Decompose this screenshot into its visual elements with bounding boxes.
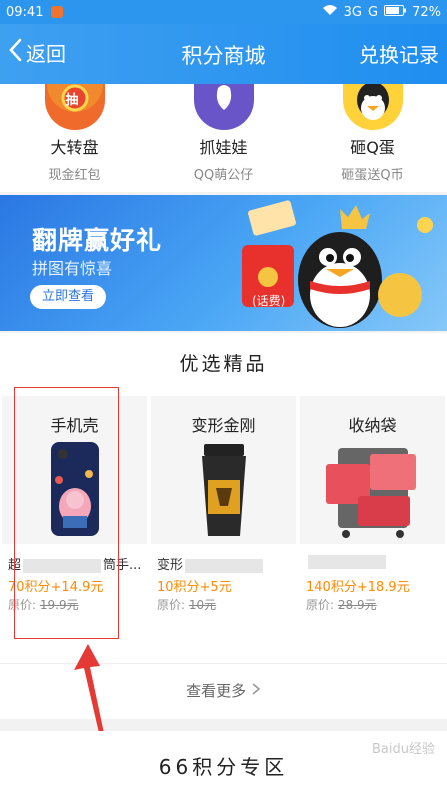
watermark: Baidu经验 xyxy=(372,742,435,757)
product-name: 变形金刚 xyxy=(191,416,256,435)
storage-bag-image xyxy=(300,440,445,540)
product-card[interactable]: 收纳袋 140积分+18.9元 原价: 28.9元 xyxy=(300,396,445,612)
category-egg[interactable]: 砸Q蛋 砸蛋送Q币 xyxy=(298,82,447,183)
view-now-button[interactable]: 立即查看 xyxy=(30,285,106,309)
category-sub: QQ萌公仔 xyxy=(193,168,254,183)
section-title: 优选精品 xyxy=(179,353,268,375)
status-time: 09:41 xyxy=(6,4,44,20)
category-claw[interactable]: 抓娃娃 QQ萌公仔 xyxy=(149,84,298,183)
exchange-records-link[interactable]: 兑换记录 xyxy=(359,39,439,68)
battery-level: 72% xyxy=(412,4,441,20)
product-name: 收纳袋 xyxy=(348,416,397,435)
category-sub: 现金红包 xyxy=(48,168,101,183)
category-name: 大转盘 xyxy=(50,138,99,157)
product-desc xyxy=(306,554,441,569)
banner-title: 翻牌赢好礼 xyxy=(32,226,163,255)
notification-icon xyxy=(51,6,64,18)
battery-icon xyxy=(384,4,407,20)
nav-bar: 返回 积分商城 兑换记录 xyxy=(0,24,447,84)
category-name: 砸Q蛋 xyxy=(350,138,395,157)
product-price: 140积分+18.9元 xyxy=(306,580,410,595)
banner-subtitle: 拼图有惊喜 xyxy=(32,259,113,278)
qq-penguin-illustration: (话费) xyxy=(230,195,447,331)
product-original-price: 原价: 10元 xyxy=(157,598,217,612)
claw-machine-icon xyxy=(193,84,254,130)
category-row: 抽 大转盘 现金红包 抓娃娃 QQ萌公仔 砸Q蛋 砸蛋送Q币 xyxy=(0,82,447,192)
banner-badge: (话费) xyxy=(252,294,285,308)
divider xyxy=(0,663,447,664)
product-desc: 变形 xyxy=(157,554,292,573)
promo-banner[interactable]: 翻牌赢好礼 拼图有惊喜 立即查看 (话费) xyxy=(0,195,447,331)
lottery-badge: 抽 xyxy=(65,93,79,108)
penguin-egg-icon xyxy=(342,82,403,130)
highlight-box xyxy=(14,387,119,639)
chevron-right-icon xyxy=(251,682,261,700)
product-original-price: 原价: 28.9元 xyxy=(306,598,377,612)
category-name: 抓娃娃 xyxy=(199,138,248,157)
wifi-icon xyxy=(322,4,338,20)
view-more-link[interactable]: 查看更多 xyxy=(0,680,447,701)
product-card[interactable]: 变形金刚 变形 10积分+5元 原价: 10元 xyxy=(151,396,296,612)
transformers-cup-image xyxy=(151,440,296,540)
status-bar: 09:41 3G G 72% xyxy=(0,0,447,24)
category-lottery[interactable]: 抽 大转盘 现金红包 xyxy=(0,84,149,183)
category-sub: 砸蛋送Q币 xyxy=(341,168,404,183)
lottery-wheel-icon: 抽 xyxy=(44,84,105,130)
network-label: 3G xyxy=(343,4,363,20)
network2-label: G xyxy=(368,4,379,20)
product-price: 10积分+5元 xyxy=(157,580,232,595)
